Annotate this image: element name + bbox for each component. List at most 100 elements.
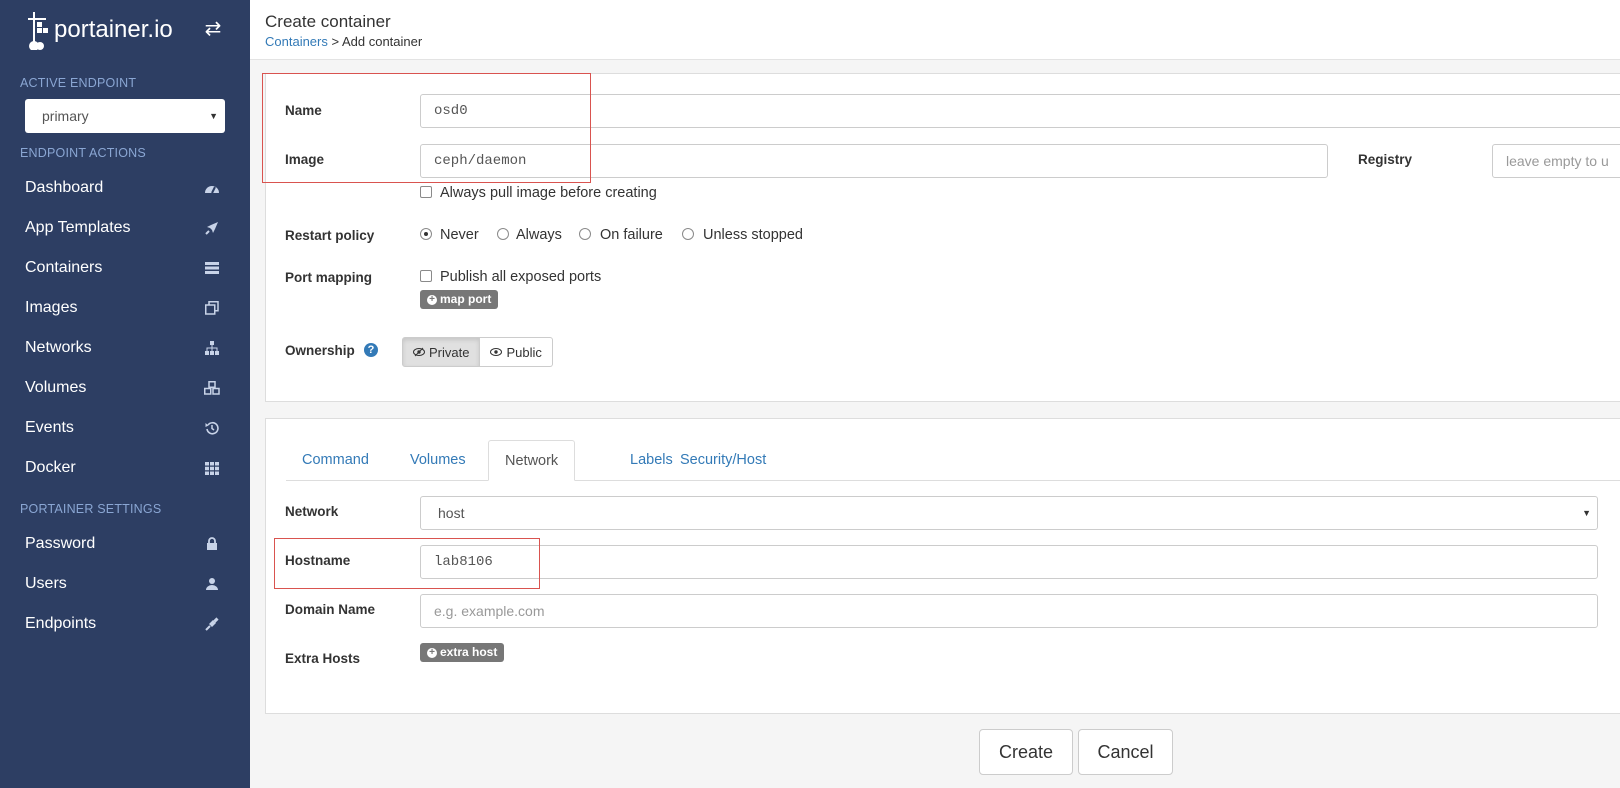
endpoint-select[interactable]: primary ▼ [25,99,225,133]
endpoint-actions-heading: ENDPOINT ACTIONS [20,146,146,160]
always-pull-checkbox[interactable] [420,186,432,198]
extra-host-button[interactable]: + extra host [420,643,505,662]
plus-circle-icon: + [427,647,437,658]
sidebar-item-dashboard[interactable]: Dashboard [0,168,250,208]
cubes-icon [203,379,221,397]
th-icon [203,459,221,477]
sitemap-icon [203,339,221,357]
highlight-box-hostname [274,538,540,589]
always-pull-label: Always pull image before creating [440,185,657,201]
sidebar-item-label: Events [25,419,74,436]
sidebar-item-label: Volumes [25,379,87,396]
chevron-down-icon: ▼ [209,111,218,121]
chevron-down-icon: ▼ [1582,508,1591,518]
sidebar-item-password[interactable]: Password [0,524,250,564]
extra-host-label: extra host [440,645,498,659]
port-mapping-label: Port mapping [285,270,372,285]
ownership-public-label: Public [506,344,542,360]
ownership-private-label: Private [429,344,470,360]
sidebar-item-app-templates[interactable]: App Templates [0,208,250,248]
ownership-label: Ownership [285,343,355,358]
restart-always-label: Always [516,227,562,243]
restart-unless-stopped-label: Unless stopped [703,227,803,243]
network-select-value: host [438,505,465,521]
sidebar-item-label: App Templates [25,219,131,236]
sidebar-item-volumes[interactable]: Volumes [0,368,250,408]
cancel-button[interactable]: Cancel [1078,729,1173,775]
registry-input[interactable]: leave empty to u [1492,144,1620,178]
sidebar-item-images[interactable]: Images [0,288,250,328]
publish-ports-checkbox[interactable] [420,270,432,282]
sidebar-item-label: Password [25,535,96,552]
portainer-logo-icon [28,12,48,50]
active-endpoint-heading: ACTIVE ENDPOINT [20,76,137,90]
sidebar-item-docker[interactable]: Docker [0,448,250,488]
page-title: Create container [265,12,391,31]
page-header: Create container Containers > Add contai… [250,0,1620,60]
registry-label: Registry [1358,152,1413,167]
breadcrumb-link-containers[interactable]: Containers [265,34,328,49]
endpoint-select-value: primary [42,108,89,124]
sidebar-item-users[interactable]: Users [0,564,250,604]
domain-name-label: Domain Name [285,602,376,617]
eye-icon [490,348,503,356]
map-port-label: map port [440,292,492,306]
create-button[interactable]: Create [979,729,1073,775]
network-select[interactable]: host ▼ [420,496,1598,530]
restart-unless-stopped-radio[interactable] [682,228,694,240]
portainer-logo[interactable]: portainer.io [24,10,173,50]
sidebar-item-label: Users [25,575,67,592]
lock-icon [203,535,221,553]
tab-volumes[interactable]: Volumes [410,440,466,481]
publish-ports-label: Publish all exposed ports [440,269,602,285]
sidebar-item-label: Images [25,299,78,316]
tab-command[interactable]: Command [302,440,369,481]
sidebar-item-label: Containers [25,259,103,276]
restart-on-failure-label: On failure [600,227,663,243]
tab-network[interactable]: Network [488,440,576,481]
sidebar-item-label: Docker [25,459,76,476]
brand-name: portainer.io [54,16,173,43]
sidebar-item-label: Networks [25,339,92,356]
restart-on-failure-radio[interactable] [579,228,591,240]
restart-always-radio[interactable] [497,228,509,240]
server-icon [203,259,221,277]
clone-icon [203,299,221,317]
sidebar-item-containers[interactable]: Containers [0,248,250,288]
ownership-private-button[interactable]: Private [402,337,481,367]
restart-never-radio[interactable] [420,228,432,240]
ownership-toggle: Private Public [402,337,553,367]
settings-tabs: Command Volumes Network Labels Security/… [286,440,1620,481]
hostname-input[interactable]: lab8106 [420,545,1598,579]
domain-name-input[interactable]: e.g. example.com [420,594,1598,628]
plus-circle-icon: + [427,294,437,305]
portainer-settings-heading: PORTAINER SETTINGS [20,502,162,516]
name-input[interactable]: osd0 [420,94,1620,128]
dashboard-icon [203,179,221,197]
sidebar-item-events[interactable]: Events [0,408,250,448]
user-icon [203,575,221,593]
ownership-public-button[interactable]: Public [480,337,553,367]
breadcrumb-separator: > [327,34,342,49]
restart-policy-label: Restart policy [285,228,375,243]
sidebar-item-networks[interactable]: Networks [0,328,250,368]
tab-security-host[interactable]: Security/Host [680,440,766,481]
sidebar-item-label: Dashboard [25,179,104,196]
sidebar-item-label: Endpoints [25,615,97,632]
brand: portainer.io ⇄ [0,0,250,60]
network-label: Network [285,504,339,519]
eye-slash-icon [413,347,425,357]
sidebar-toggle-icon[interactable]: ⇄ [202,18,224,40]
restart-never-label: Never [440,227,479,243]
tab-labels[interactable]: Labels [630,440,673,481]
plug-icon [203,615,221,633]
breadcrumb-current: Add container [341,34,423,49]
help-icon[interactable]: ? [364,343,378,357]
extra-hosts-label: Extra Hosts [285,651,361,666]
sidebar-item-endpoints[interactable]: Endpoints [0,604,250,644]
highlight-box-name-image [262,73,591,183]
breadcrumb: Containers > Add container [265,34,422,49]
map-port-button[interactable]: + map port [420,290,499,309]
rocket-icon [203,219,221,237]
history-icon [203,419,221,437]
